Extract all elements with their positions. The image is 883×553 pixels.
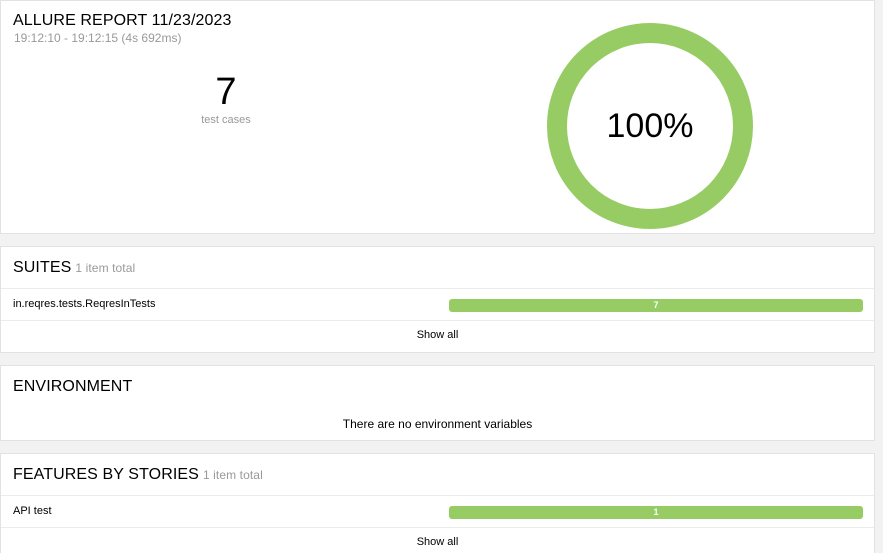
test-case-count-label: test cases — [201, 114, 251, 126]
suite-row[interactable]: in.reqres.tests.ReqresInTests 7 — [1, 289, 874, 321]
environment-header: ENVIRONMENT — [1, 366, 874, 408]
suites-widget: SUITES 1 item total in.reqres.tests.Reqre… — [0, 246, 875, 353]
success-rate-percent: 100% — [606, 106, 694, 145]
summary-widget: ALLURE REPORT 11/23/2023 19:12:10 - 19:1… — [0, 0, 875, 234]
suites-item-count: 1 item total — [75, 261, 136, 275]
suites-title: SUITES 1 item total — [13, 259, 135, 277]
environment-empty-message: There are no environment variables — [342, 417, 533, 431]
feature-status-bar[interactable]: 1 — [449, 506, 863, 519]
features-show-all-link[interactable]: Show all — [1, 536, 874, 548]
features-header: FEATURES BY STORIES 1 item total — [1, 454, 874, 496]
report-title: ALLURE REPORT 11/23/2023 — [13, 12, 232, 29]
suites-title-text: SUITES — [13, 259, 72, 276]
environment-title: ENVIRONMENT — [13, 378, 133, 395]
suites-show-all-link[interactable]: Show all — [1, 329, 874, 341]
features-widget: FEATURES BY STORIES 1 item total API test… — [0, 453, 875, 553]
report-duration: 19:12:10 - 19:12:15 (4s 692ms) — [14, 31, 182, 45]
test-case-count: 7 — [215, 71, 237, 113]
suite-status-bar[interactable]: 7 — [449, 299, 863, 312]
suites-header: SUITES 1 item total — [1, 247, 874, 289]
features-title-text: FEATURES BY STORIES — [13, 466, 199, 483]
suite-name[interactable]: in.reqres.tests.ReqresInTests — [13, 298, 155, 310]
features-title: FEATURES BY STORIES 1 item total — [13, 466, 263, 484]
features-item-count: 1 item total — [202, 468, 263, 482]
feature-name[interactable]: API test — [13, 505, 52, 517]
feature-row[interactable]: API test 1 — [1, 496, 874, 528]
environment-widget: ENVIRONMENT There are no environment var… — [0, 365, 875, 441]
